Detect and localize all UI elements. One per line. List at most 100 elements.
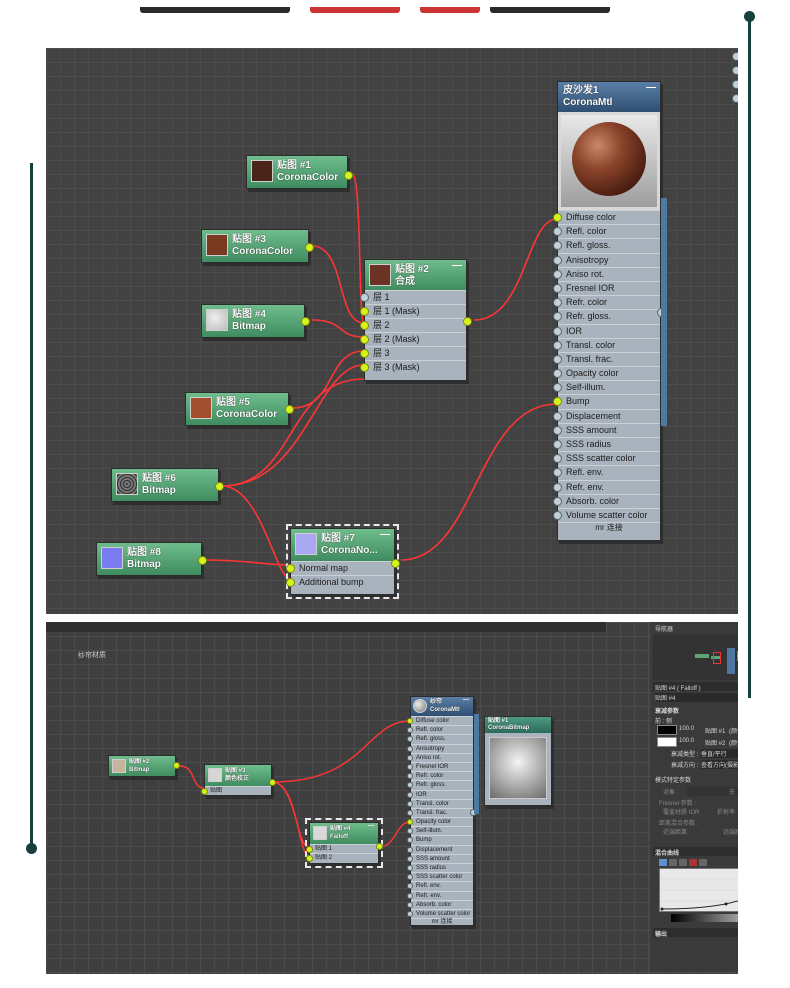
node-map3[interactable]: 贴图 #3 CoronaColor bbox=[201, 229, 314, 263]
minimize-icon[interactable]: — bbox=[646, 82, 656, 94]
input-port[interactable] bbox=[407, 718, 413, 724]
material-slot[interactable]: Anisotropy bbox=[407, 743, 473, 753]
input-port[interactable] bbox=[407, 736, 413, 743]
output-port[interactable] bbox=[173, 762, 180, 769]
input-port[interactable] bbox=[553, 255, 562, 265]
material-slot[interactable]: Transl. frac. bbox=[407, 807, 473, 817]
input-port[interactable] bbox=[553, 213, 562, 222]
node-b-map2[interactable]: 贴图 #2 Bitmap bbox=[108, 755, 180, 777]
slot-layer2-mask[interactable]: 层 2 (Mask) bbox=[360, 332, 466, 346]
node-map8[interactable]: 贴图 #8 Bitmap bbox=[96, 542, 207, 576]
material-slot[interactable]: Transl. color bbox=[407, 798, 473, 808]
curve-toolbar[interactable] bbox=[659, 859, 719, 866]
material-slot[interactable]: Refl. gloss. bbox=[553, 238, 660, 252]
material-slot[interactable]: Aniso rot. bbox=[407, 752, 473, 762]
input-port[interactable] bbox=[407, 773, 413, 780]
falloff-type-select[interactable]: 垂直/平行 bbox=[701, 749, 738, 758]
offscreen-port[interactable] bbox=[732, 52, 738, 61]
input-port[interactable] bbox=[360, 293, 369, 302]
node-b-map4-falloff[interactable]: 贴图 #4 Falloff — 贴图 1 贴图 2 bbox=[305, 818, 383, 868]
input-port[interactable] bbox=[553, 425, 562, 435]
input-port[interactable] bbox=[407, 901, 413, 908]
material-slot[interactable]: Volume scatter color bbox=[553, 507, 660, 522]
input-port[interactable] bbox=[407, 874, 413, 881]
input-port[interactable] bbox=[553, 383, 562, 393]
output-port[interactable] bbox=[344, 171, 353, 180]
input-port[interactable] bbox=[407, 782, 413, 789]
input-port[interactable] bbox=[553, 454, 562, 464]
input-port[interactable] bbox=[286, 578, 295, 587]
slate-editor-top[interactable]: 贴图 #1 CoronaColor 贴图 #3 CoronaColor 贴图 #… bbox=[46, 48, 738, 614]
input-port[interactable] bbox=[306, 846, 313, 853]
material-slot[interactable]: Refr. color bbox=[407, 771, 473, 780]
input-port[interactable] bbox=[553, 468, 562, 478]
input-port[interactable] bbox=[306, 855, 313, 863]
material-slot[interactable]: Refl. env. bbox=[553, 465, 660, 479]
output-port[interactable] bbox=[285, 405, 294, 414]
material-slot[interactable]: SSS scatter color bbox=[407, 872, 473, 881]
row1-value[interactable]: 100.0 bbox=[679, 726, 694, 732]
input-port[interactable] bbox=[360, 321, 369, 330]
object-picker[interactable]: 无 bbox=[687, 787, 738, 796]
material-slot[interactable]: Absorb. color bbox=[407, 899, 473, 909]
input-port[interactable] bbox=[553, 269, 562, 279]
material-slot[interactable]: Aniso rot. bbox=[553, 266, 660, 281]
output-port[interactable] bbox=[376, 843, 383, 850]
material-slot[interactable]: Refl. gloss. bbox=[407, 734, 473, 743]
slot-map1[interactable]: 贴图 1 bbox=[306, 844, 378, 853]
input-port[interactable] bbox=[407, 892, 413, 899]
input-port[interactable] bbox=[407, 745, 413, 752]
output-port[interactable] bbox=[269, 779, 276, 786]
input-port[interactable] bbox=[407, 828, 413, 835]
material-slot[interactable]: IOR bbox=[407, 789, 473, 799]
mix-curve-graph[interactable] bbox=[659, 868, 738, 912]
input-port[interactable] bbox=[407, 727, 413, 734]
input-port[interactable] bbox=[407, 763, 413, 770]
node-b-map3-color-correct[interactable]: 贴图 #3 颜色校正 贴图 bbox=[201, 764, 276, 796]
node-map1[interactable]: 贴图 #1 CoronaColor bbox=[246, 155, 353, 189]
input-port[interactable] bbox=[407, 883, 413, 890]
material-slot[interactable]: Fresnel IOR bbox=[553, 280, 660, 295]
material-slot[interactable]: Diffuse color bbox=[407, 716, 473, 725]
input-port[interactable] bbox=[286, 564, 295, 573]
material-slot[interactable]: Refr. gloss. bbox=[553, 309, 660, 323]
node-map7-corona-normal[interactable]: 贴图 #7 CoronaNo... — Normal map Additiona… bbox=[286, 524, 400, 599]
material-slot[interactable]: SSS amount bbox=[553, 422, 660, 437]
input-port[interactable] bbox=[553, 482, 562, 492]
input-port[interactable] bbox=[407, 809, 413, 816]
material-slot[interactable]: Volume scatter color bbox=[407, 908, 473, 918]
input-port[interactable] bbox=[553, 369, 562, 379]
material-slot[interactable]: Anisotropy bbox=[553, 252, 660, 267]
input-port[interactable] bbox=[553, 510, 562, 520]
falloff-dir-select[interactable]: 查看方向(摄影机 Z 轴) bbox=[701, 760, 738, 769]
node-b-material-curtain[interactable]: 纱帘 CoronaMtl — Diffuse color Refl. color R… bbox=[407, 696, 477, 926]
material-slot[interactable]: Opacity color bbox=[407, 817, 473, 826]
slot-additional-bump[interactable]: Additional bump bbox=[286, 575, 394, 589]
input-port[interactable] bbox=[553, 440, 562, 449]
input-port[interactable] bbox=[201, 788, 208, 795]
output-port[interactable] bbox=[301, 317, 310, 326]
node-map5[interactable]: 贴图 #5 CoronaColor bbox=[185, 392, 294, 426]
input-port[interactable] bbox=[553, 411, 562, 421]
input-port[interactable] bbox=[553, 354, 562, 364]
material-slot[interactable]: Refr. color bbox=[553, 295, 660, 309]
input-port[interactable] bbox=[360, 335, 369, 344]
input-port[interactable] bbox=[360, 349, 369, 358]
input-port[interactable] bbox=[553, 326, 562, 336]
node-map2-composite[interactable]: 贴图 #2 合成 — 层 1 层 1 (Mask) 层 2 层 2 (Mask)… bbox=[360, 259, 472, 381]
offscreen-port[interactable] bbox=[732, 66, 738, 75]
input-port[interactable] bbox=[553, 340, 562, 350]
input-port[interactable] bbox=[407, 754, 413, 761]
slot-layer2[interactable]: 层 2 bbox=[360, 318, 466, 332]
material-slot[interactable]: Refr. env. bbox=[407, 890, 473, 900]
material-slot[interactable]: SSS radius bbox=[553, 437, 660, 451]
material-slot[interactable]: Displacement bbox=[407, 844, 473, 854]
material-slot[interactable]: Bump bbox=[553, 394, 660, 408]
material-slot[interactable]: SSS scatter color bbox=[553, 451, 660, 465]
material-slot[interactable]: Refr. env. bbox=[553, 479, 660, 494]
material-slot[interactable]: Diffuse color bbox=[553, 210, 660, 224]
minimize-icon[interactable]: — bbox=[463, 697, 469, 704]
material-slot[interactable]: Fresnel IOR bbox=[407, 761, 473, 771]
material-slot[interactable]: SSS amount bbox=[407, 853, 473, 863]
node-material-leather-sofa[interactable]: 皮沙发1 CoronaMtl — Diffuse color Refl. colo… bbox=[553, 81, 666, 541]
